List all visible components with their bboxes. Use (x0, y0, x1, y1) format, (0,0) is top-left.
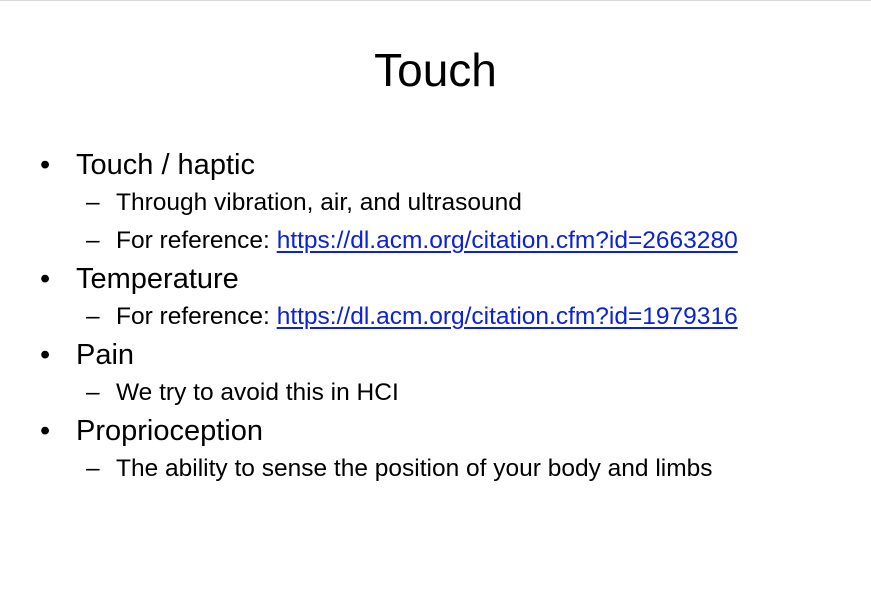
sub-bullet-marker: – (86, 455, 100, 482)
bullet-label: Proprioception (76, 415, 263, 447)
bullet-item-proprioception: • Proprioception (40, 412, 860, 450)
bullet-item-pain: • Pain (40, 336, 860, 374)
sub-bullet-text: We try to avoid this in HCI (116, 379, 399, 406)
sub-bullet-marker: – (86, 227, 100, 254)
sub-bullet-item: – For reference: https://dl.acm.org/cita… (40, 222, 860, 260)
sub-bullet-item: – The ability to sense the position of y… (40, 450, 860, 488)
bullet-item-touch-haptic: • Touch / haptic (40, 146, 860, 184)
slide-title: Touch (374, 44, 497, 96)
sub-bullet-marker: – (86, 303, 100, 330)
slide: Touch • Touch / haptic – Through vibrati… (0, 0, 871, 590)
bullet-label: Pain (76, 339, 135, 371)
sub-bullet-item: – We try to avoid this in HCI (40, 374, 860, 412)
sub-bullet-marker: – (86, 189, 100, 216)
bullet-marker: • (40, 263, 51, 295)
sub-bullet-text: For reference: (116, 227, 277, 254)
sub-bullet-text: Through vibration, air, and ultrasound (116, 189, 522, 216)
bullet-item-temperature: • Temperature (40, 260, 860, 298)
bullet-marker: • (40, 415, 51, 447)
sub-bullet-text: The ability to sense the position of you… (116, 455, 713, 482)
sub-bullet-text: For reference: (116, 303, 277, 330)
sub-bullet-marker: – (86, 379, 100, 406)
sub-bullet-item: – For reference: https://dl.acm.org/cita… (40, 298, 860, 336)
bullet-label: Temperature (76, 263, 239, 295)
bullet-label: Touch / haptic (76, 149, 255, 181)
reference-link[interactable]: https://dl.acm.org/citation.cfm?id=26632… (277, 227, 738, 254)
reference-link[interactable]: https://dl.acm.org/citation.cfm?id=19793… (277, 303, 738, 330)
bullet-marker: • (40, 149, 51, 181)
sub-bullet-item: – Through vibration, air, and ultrasound (40, 184, 860, 222)
slide-top-border (0, 0, 871, 1)
bullet-marker: • (40, 339, 51, 371)
bullet-list: • Touch / haptic – Through vibration, ai… (40, 146, 860, 488)
